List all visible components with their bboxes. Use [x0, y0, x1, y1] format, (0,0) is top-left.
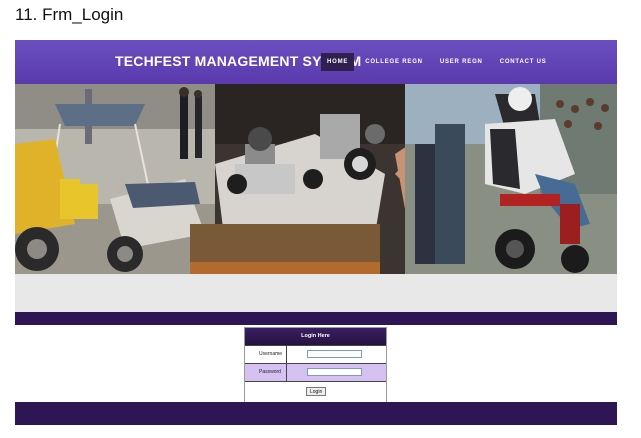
nav-college-regn[interactable]: COLLEGE REGN [359, 53, 429, 71]
purple-divider-band [15, 312, 617, 325]
row-divider [286, 346, 287, 363]
main-nav: HOME COLLEGE REGN USER REGN CONTACT US [321, 53, 558, 71]
row-divider [286, 364, 287, 381]
username-input[interactable] [307, 350, 362, 358]
login-actions: Login [245, 381, 386, 402]
username-row: Username [245, 345, 386, 363]
login-form: Login Here Username Password Login [244, 327, 387, 403]
password-row: Password [245, 363, 386, 381]
password-label: Password [259, 369, 281, 375]
grey-spacer-band [15, 274, 617, 312]
site-header: TECHFEST MANAGEMENT SYSTEM HOME COLLEGE … [15, 40, 617, 84]
username-label: Username [259, 351, 283, 357]
nav-user-regn[interactable]: USER REGN [434, 53, 489, 71]
login-title: Login Here [245, 328, 386, 345]
nav-contact-us[interactable]: CONTACT US [494, 53, 553, 71]
hero-banner [15, 84, 617, 274]
nav-home[interactable]: HOME [321, 53, 355, 71]
login-button[interactable]: Login [306, 387, 327, 396]
document-caption: 11. Frm_Login [15, 5, 124, 24]
footer-band [15, 402, 617, 425]
banner-collage-image [15, 84, 617, 274]
password-input[interactable] [307, 368, 362, 376]
